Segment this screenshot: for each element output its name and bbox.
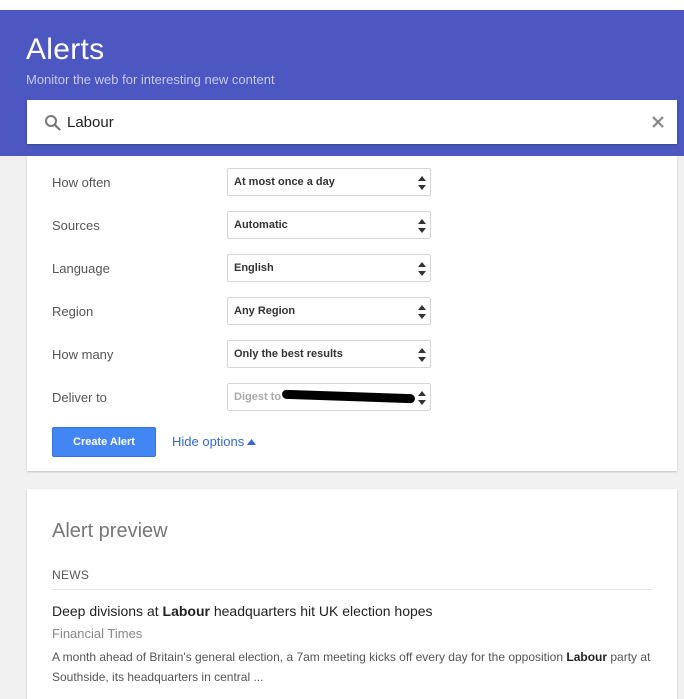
page-subtitle: Monitor the web for interesting new cont… bbox=[26, 72, 275, 87]
option-row-sources: Sources Automatic bbox=[27, 211, 677, 241]
option-row-deliver-to: Deliver to Digest to bbox=[27, 383, 677, 413]
preview-title: Alert preview bbox=[52, 520, 168, 542]
select-value: Automatic bbox=[234, 219, 288, 231]
redaction-mark bbox=[281, 389, 416, 404]
up-down-arrows-icon bbox=[418, 219, 426, 233]
article-source: Financial Times bbox=[52, 626, 143, 641]
select-value: Only the best results bbox=[234, 348, 343, 360]
option-label: How often bbox=[52, 175, 111, 190]
how-many-select[interactable]: Only the best results bbox=[227, 340, 431, 368]
up-down-arrows-icon bbox=[418, 305, 426, 319]
search-input[interactable] bbox=[67, 100, 627, 144]
select-value: Digest to bbox=[234, 391, 282, 403]
alert-options-card: How often At most once a day Sources Aut… bbox=[27, 156, 677, 471]
alert-preview-card: Alert preview NEWS Deep divisions at Lab… bbox=[27, 489, 677, 699]
create-alert-button[interactable]: Create Alert bbox=[52, 427, 156, 457]
select-value: At most once a day bbox=[234, 176, 335, 188]
how-often-select[interactable]: At most once a day bbox=[227, 168, 431, 196]
top-strip bbox=[0, 0, 684, 10]
search-box[interactable] bbox=[27, 100, 677, 144]
region-select[interactable]: Any Region bbox=[227, 297, 431, 325]
option-row-how-often: How often At most once a day bbox=[27, 168, 677, 198]
snippet-highlight: Labour bbox=[566, 650, 608, 664]
page-title: Alerts bbox=[26, 33, 105, 66]
option-label: Language bbox=[52, 261, 110, 276]
snippet-part: A month ahead of Britain's general elect… bbox=[52, 650, 567, 664]
up-down-arrows-icon bbox=[418, 348, 426, 362]
up-down-arrows-icon bbox=[418, 391, 426, 405]
article-snippet: A month ahead of Britain's general elect… bbox=[52, 647, 657, 687]
article-title[interactable]: Deep divisions at Labour headquarters hi… bbox=[52, 603, 433, 619]
up-down-arrows-icon bbox=[418, 262, 426, 276]
up-down-arrows-icon bbox=[418, 176, 426, 190]
deliver-to-select[interactable]: Digest to bbox=[227, 383, 431, 411]
option-row-language: Language English bbox=[27, 254, 677, 284]
option-row-how-many: How many Only the best results bbox=[27, 340, 677, 370]
article-title-part: Deep divisions at bbox=[52, 603, 163, 619]
hide-options-link[interactable]: Hide options bbox=[172, 434, 244, 449]
search-icon bbox=[45, 115, 61, 131]
option-label: Deliver to bbox=[52, 390, 107, 405]
option-label: Region bbox=[52, 304, 94, 319]
caret-up-icon[interactable] bbox=[247, 439, 256, 445]
article-title-part: headquarters hit UK election hopes bbox=[209, 603, 433, 619]
language-select[interactable]: English bbox=[227, 254, 431, 282]
close-icon[interactable] bbox=[649, 113, 667, 131]
option-label: How many bbox=[52, 347, 114, 362]
article-title-highlight: Labour bbox=[162, 603, 210, 619]
option-row-region: Region Any Region bbox=[27, 297, 677, 327]
select-value: English bbox=[234, 262, 274, 274]
sources-select[interactable]: Automatic bbox=[227, 211, 431, 239]
select-value: Any Region bbox=[234, 305, 296, 317]
section-label: NEWS bbox=[52, 568, 90, 582]
option-label: Sources bbox=[52, 218, 100, 233]
divider bbox=[52, 589, 652, 590]
